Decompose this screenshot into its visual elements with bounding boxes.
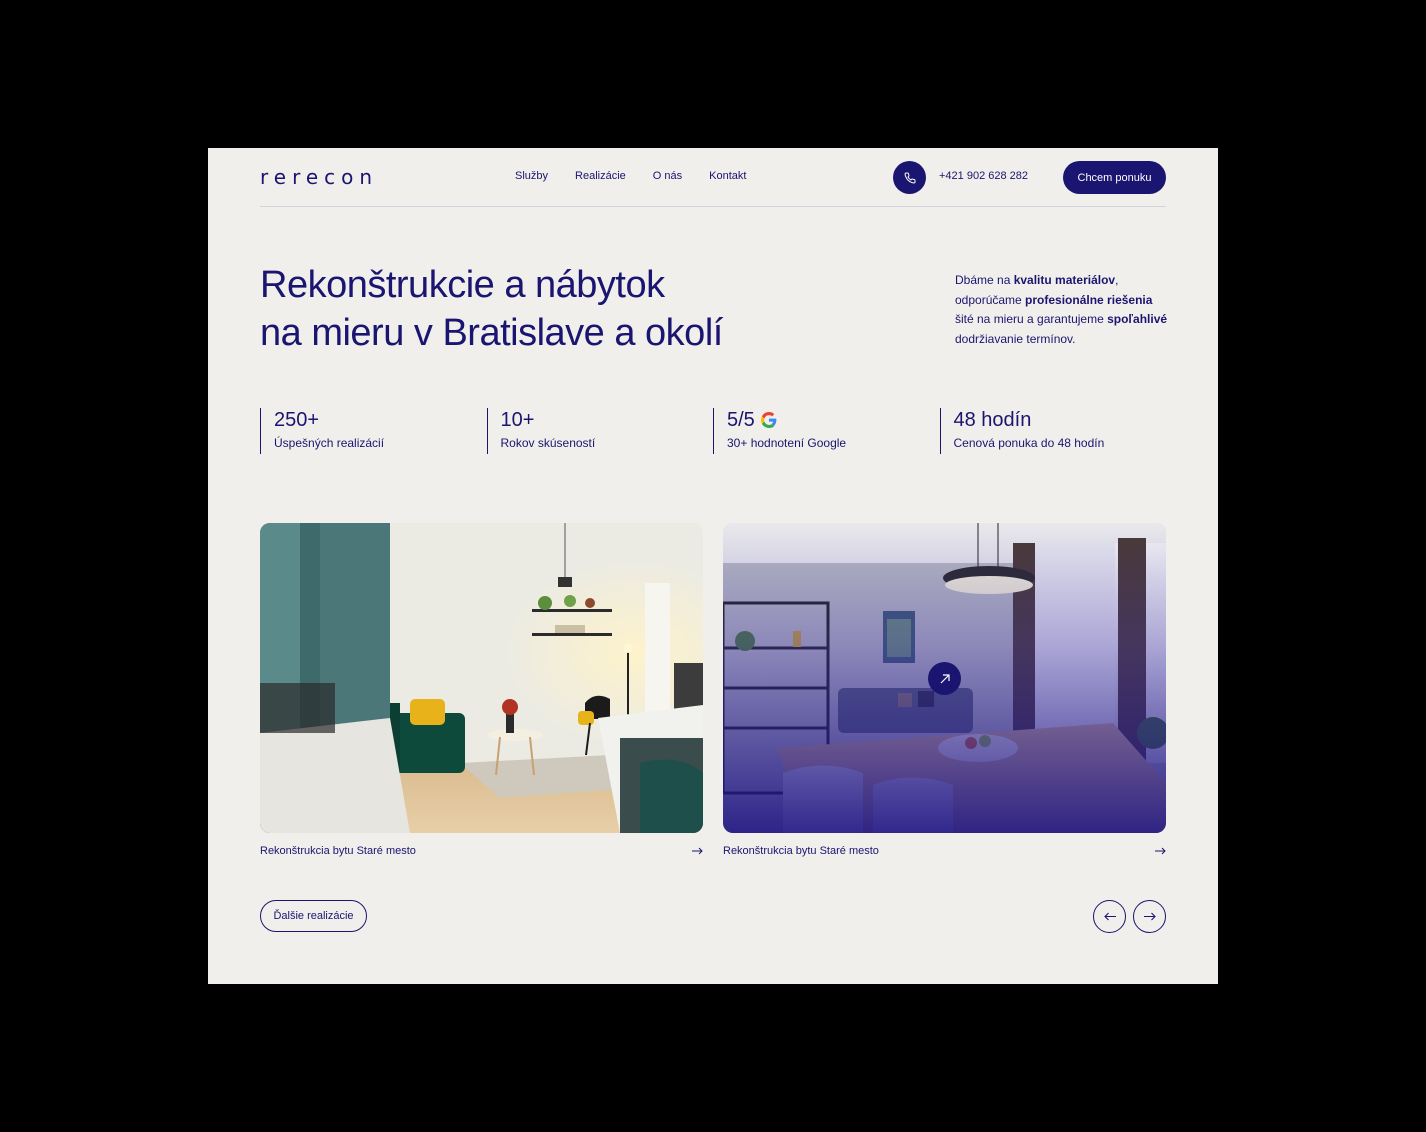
hero-desc-bold: kvalitu materiálov (1013, 273, 1116, 287)
phone-number[interactable]: +421 902 628 282 (939, 170, 1028, 182)
nav-item-realizacie[interactable]: Realizácie (575, 170, 626, 182)
phone-button[interactable] (893, 161, 926, 194)
stats-row: 250+ Úspešných realizácií 10+ Rokov skús… (260, 408, 1166, 454)
hero-desc-bold: spoľahlivé (1107, 312, 1168, 326)
stat-label: Úspešných realizácií (274, 436, 385, 450)
stat-value: 48 hodín (953, 409, 1032, 431)
project-card[interactable]: Rekonštrukcia bytu Staré mesto (260, 523, 703, 857)
cta-button[interactable]: Chcem ponuku (1063, 161, 1166, 194)
stat-value: 250+ (274, 409, 320, 431)
project-caption-text: Rekonštrukcia bytu Staré mesto (260, 845, 416, 857)
more-projects-button[interactable]: Ďalšie realizácie (260, 900, 367, 932)
nav-item-o-nas[interactable]: O nás (653, 170, 682, 182)
carousel-prev-button[interactable] (1093, 900, 1126, 933)
arrow-right-icon (1155, 847, 1166, 855)
stat-item: 48 hodín Cenová ponuka do 48 hodín (939, 408, 1167, 454)
logo[interactable]: rerecon (260, 165, 378, 189)
stat-label: 30+ hodnotení Google (727, 436, 847, 450)
project-caption-text: Rekonštrukcia bytu Staré mesto (723, 845, 879, 857)
hero-desc-text: šité na mieru a garantujeme (955, 312, 1108, 326)
stat-label: Rokov skúseností (500, 436, 596, 450)
carousel-next-button[interactable] (1133, 900, 1166, 933)
stat-item: 10+ Rokov skúseností (486, 408, 714, 454)
stat-value-wrap: 5/5 (727, 408, 940, 432)
stat-value: 10+ (500, 409, 535, 431)
arrow-up-right-icon (940, 673, 950, 683)
main-nav: Služby Realizácie O nás Kontakt (515, 170, 746, 182)
header: rerecon Služby Realizácie O nás Kontakt … (260, 148, 1166, 207)
hero-description: Dbáme na kvalitu materiálov, odporúčame … (955, 271, 1170, 349)
project-caption[interactable]: Rekonštrukcia bytu Staré mesto (723, 845, 1166, 857)
stat-item: 5/5 30+ hodnotení Google (713, 408, 940, 454)
arrow-left-icon (1103, 912, 1116, 921)
stat-item: 250+ Úspešných realizácií (260, 408, 487, 454)
projects-carousel: Rekonštrukcia bytu Staré mesto Rekonštru… (260, 523, 1166, 863)
hero-desc-text: dodržiavanie termínov. (955, 331, 1076, 346)
phone-icon (904, 171, 916, 183)
project-image[interactable] (723, 523, 1166, 833)
nav-item-kontakt[interactable]: Kontakt (709, 170, 746, 182)
arrow-right-icon (1143, 912, 1156, 921)
project-card[interactable]: Rekonštrukcia bytu Staré mesto (723, 523, 1166, 857)
page: rerecon Služby Realizácie O nás Kontakt … (208, 148, 1218, 984)
google-icon (760, 412, 777, 428)
open-project-button[interactable] (928, 662, 961, 695)
nav-item-sluzby[interactable]: Služby (515, 170, 548, 182)
stat-value: 5/5 (727, 409, 755, 431)
arrow-right-icon (692, 847, 703, 855)
stat-label: Cenová ponuka do 48 hodín (953, 436, 1105, 450)
project-image[interactable] (260, 523, 703, 833)
hero-desc-text: Dbáme na (955, 273, 1014, 287)
project-caption[interactable]: Rekonštrukcia bytu Staré mesto (260, 845, 703, 857)
hero-desc-bold: profesionálne riešenia (1025, 292, 1153, 307)
